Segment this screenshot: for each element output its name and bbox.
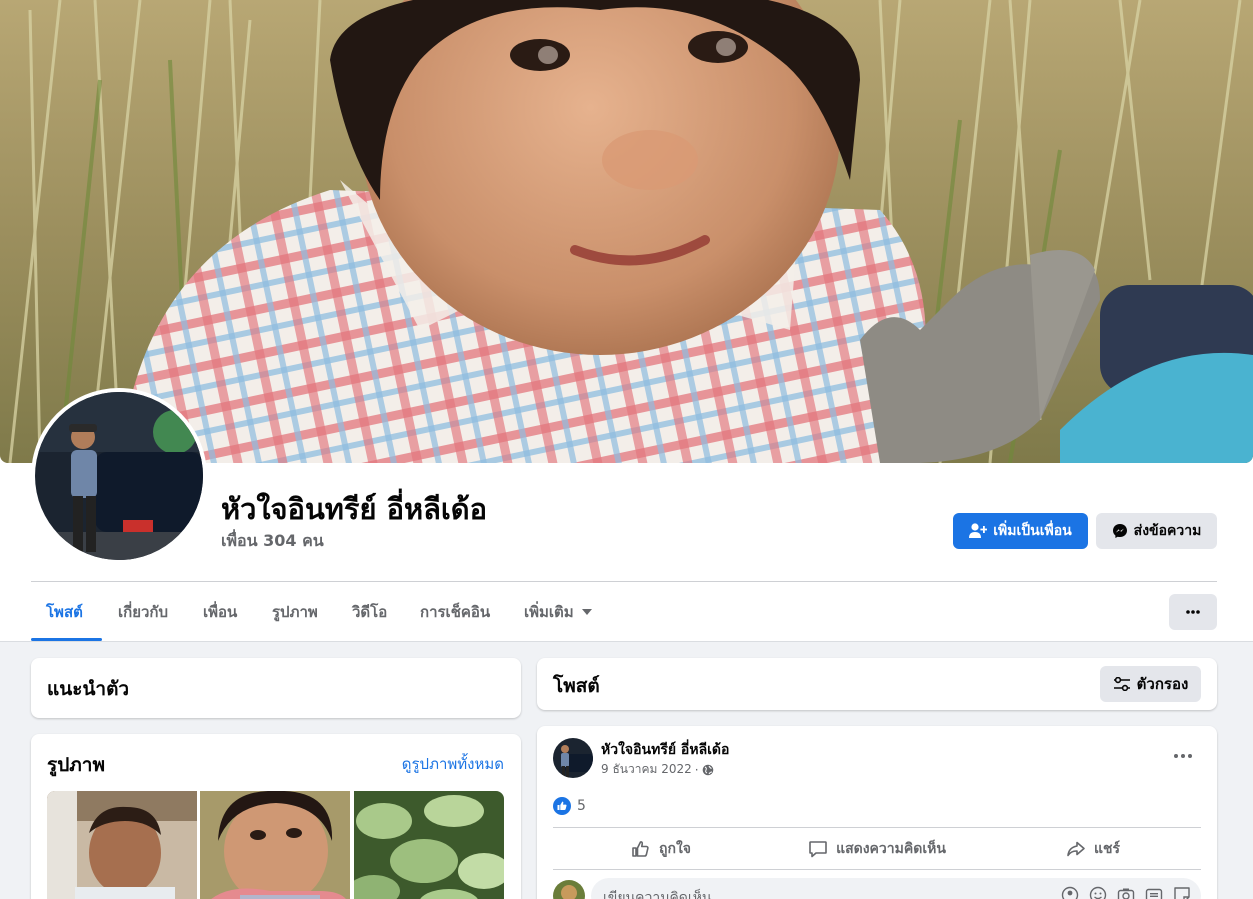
gif-icon[interactable] <box>1145 886 1163 899</box>
post-author-name[interactable]: หัวใจอินทรีย์ อี่หลีเด้อ <box>601 739 729 761</box>
profile-header: หัวใจอินทรีย์ อี่หลีเด้อ เพื่อน 304 คน เ… <box>0 0 1253 642</box>
ellipsis-icon <box>1174 754 1192 758</box>
meta-separator: · <box>694 762 699 777</box>
caret-down-icon <box>581 609 592 615</box>
post-divider-bottom <box>553 869 1201 870</box>
add-person-icon <box>969 523 988 538</box>
camera-icon[interactable] <box>1117 886 1135 899</box>
profile-name: หัวใจอินทรีย์ อี่หลีเด้อ <box>221 492 488 526</box>
tab-more[interactable]: เพิ่มเติม <box>524 583 592 641</box>
post-card: หัวใจอินทรีย์ อี่หลีเด้อ 9 ธันวาคม 2022 … <box>537 726 1217 899</box>
thumbs-up-icon <box>632 841 649 857</box>
tab-photos[interactable]: รูปภาพ <box>272 583 318 641</box>
comment-placeholder: เขียนความคิดเห็น... <box>603 890 725 899</box>
comment-input[interactable]: เขียนความคิดเห็น... <box>591 878 1201 899</box>
comment-label: แสดงความคิดเห็น <box>836 841 946 857</box>
emoji-icon[interactable] <box>1089 886 1107 899</box>
post-options-button[interactable] <box>1163 742 1203 770</box>
post-divider-top <box>553 827 1201 828</box>
photos-card: รูปภาพ ดูรูปภาพทั้งหมด <box>31 734 521 899</box>
header-divider <box>31 581 1217 582</box>
post-date[interactable]: 9 ธันวาคม 2022 <box>601 760 692 779</box>
see-all-photos-link[interactable]: ดูรูปภาพทั้งหมด <box>402 752 504 776</box>
tab-check-ins[interactable]: การเช็คอิน <box>420 583 490 641</box>
filter-label: ตัวกรอง <box>1136 675 1189 693</box>
speech-bubble-icon <box>809 841 827 858</box>
like-button[interactable]: ถูกใจ <box>553 833 769 865</box>
tab-videos[interactable]: วิดีโอ <box>352 583 387 641</box>
tab-friends[interactable]: เพื่อน <box>203 583 237 641</box>
comment-tools <box>1061 886 1191 899</box>
like-label: ถูกใจ <box>659 841 691 857</box>
sticker-icon[interactable] <box>1173 886 1191 899</box>
intro-title: แนะนำตัว <box>47 678 130 700</box>
like-reaction-icon <box>553 797 571 815</box>
comment-button[interactable]: แสดงความคิดเห็น <box>769 833 985 865</box>
add-friend-button[interactable]: เพิ่มเป็นเพื่อน <box>953 513 1088 549</box>
posts-header-card: โพสต์ ตัวกรอง <box>537 658 1217 710</box>
messenger-icon <box>1112 524 1127 538</box>
message-button[interactable]: ส่งข้อความ <box>1096 513 1217 549</box>
filter-sliders-icon <box>1113 677 1130 691</box>
share-label: แชร์ <box>1093 841 1121 857</box>
add-friend-label: เพิ่มเป็นเพื่อน <box>993 523 1072 539</box>
share-button[interactable]: แชร์ <box>985 833 1201 865</box>
commenter-avatar <box>553 880 585 899</box>
photos-title: รูปภาพ <box>47 754 105 776</box>
tab-more-label: เพิ่มเติม <box>524 603 574 621</box>
profile-picture[interactable] <box>31 388 207 564</box>
share-arrow-icon <box>1067 841 1085 857</box>
profile-picture-image <box>35 392 203 560</box>
ellipsis-icon <box>1186 610 1200 614</box>
post-author-avatar[interactable] <box>553 738 593 778</box>
cover-photo[interactable] <box>0 0 1253 463</box>
photo-thumbnail-1[interactable] <box>47 791 197 899</box>
profile-more-button[interactable] <box>1169 594 1217 630</box>
tab-about[interactable]: เกี่ยวกับ <box>118 583 168 641</box>
avatar-sticker-icon[interactable] <box>1061 886 1079 899</box>
photo-thumbnail-2[interactable] <box>200 791 350 899</box>
globe-icon <box>702 764 713 775</box>
post-meta: 9 ธันวาคม 2022 · <box>601 760 714 779</box>
like-count: 5 <box>577 798 586 814</box>
filter-button[interactable]: ตัวกรอง <box>1100 666 1201 702</box>
active-tab-indicator <box>31 638 102 641</box>
intro-card: แนะนำตัว <box>31 658 521 718</box>
photo-thumbnail-3[interactable] <box>354 791 504 899</box>
cover-photo-image <box>0 0 1253 463</box>
tab-posts[interactable]: โพสต์ <box>46 583 83 641</box>
reaction-summary[interactable]: 5 <box>553 797 586 815</box>
message-label: ส่งข้อความ <box>1133 523 1202 539</box>
friend-count[interactable]: เพื่อน 304 คน <box>221 529 324 554</box>
posts-title: โพสต์ <box>553 675 600 697</box>
